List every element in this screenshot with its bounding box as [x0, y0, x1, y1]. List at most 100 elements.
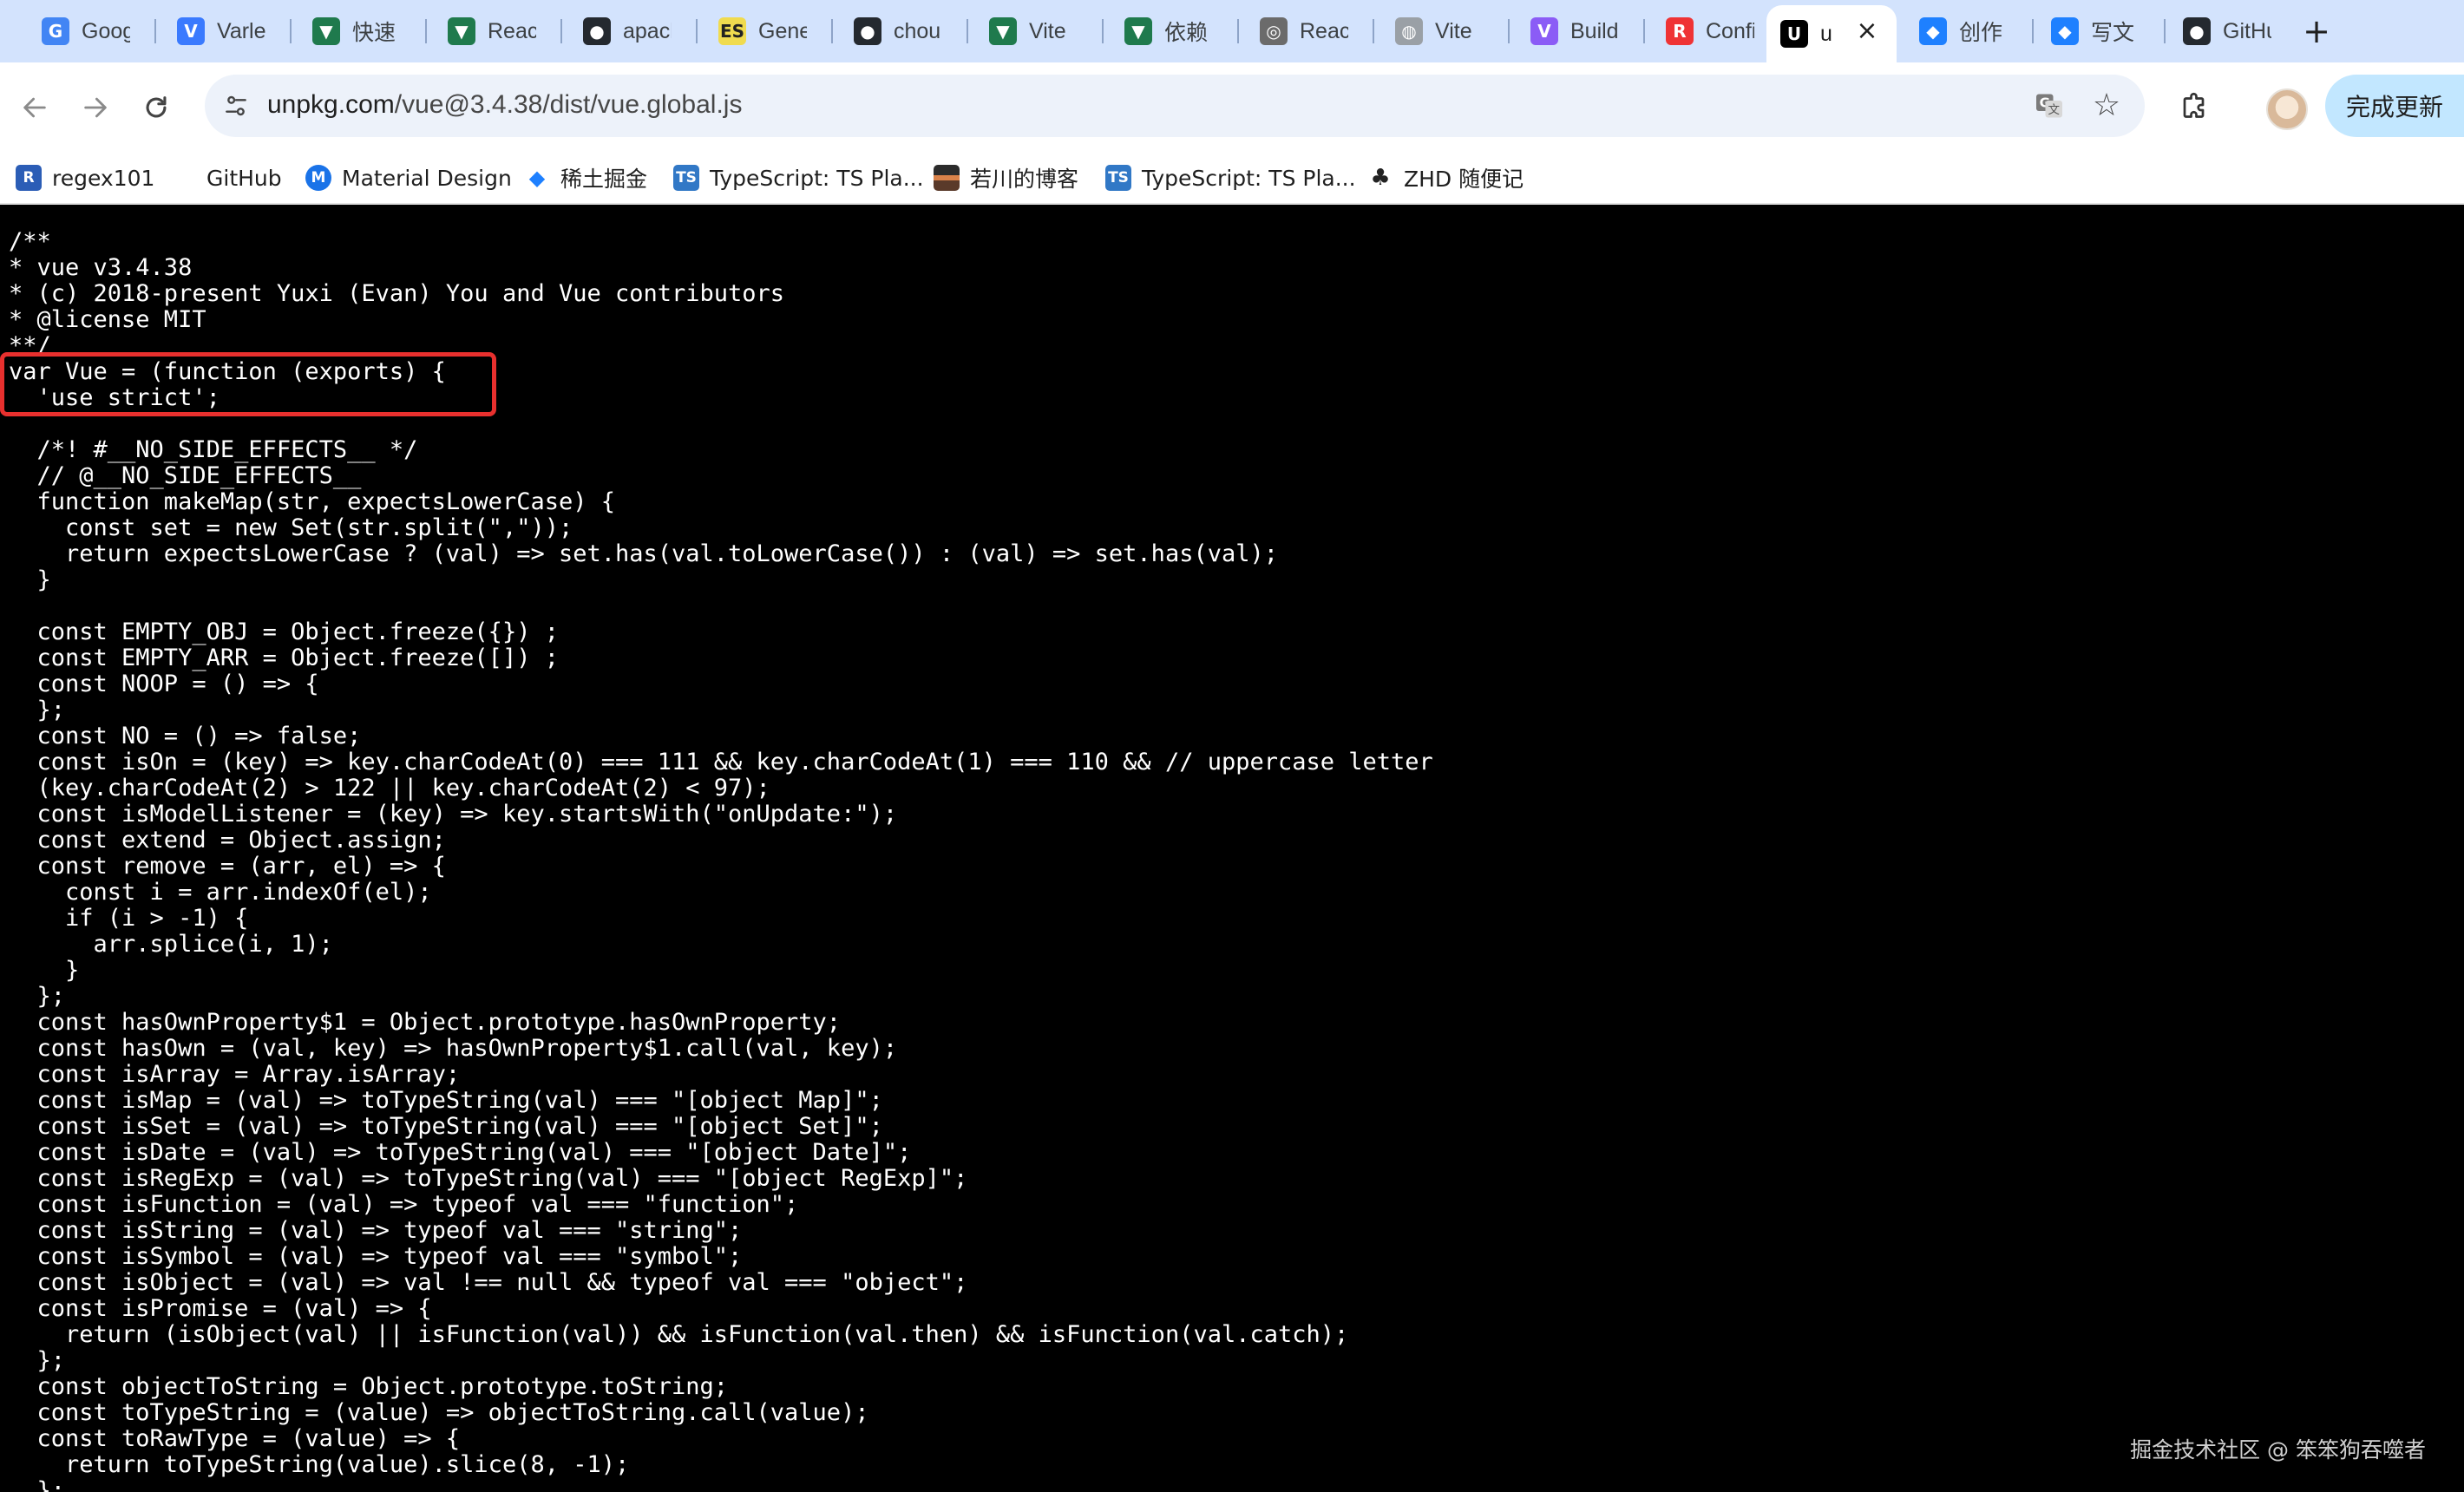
bookmark-item[interactable]: 若川的博客 [934, 160, 1078, 196]
tab-label: Reac [488, 18, 536, 43]
tab[interactable]: ◎ Reac [1246, 9, 1367, 54]
tab[interactable]: ◆ 创作 [1905, 9, 2027, 54]
tab-separator [967, 19, 968, 43]
tab[interactable]: ◍ Vite [1381, 9, 1503, 54]
typescript-icon: TS [1105, 165, 1131, 191]
extensions-icon[interactable] [2171, 83, 2219, 132]
tab-label: Build [1570, 18, 1619, 43]
bookmark-label: 稀土掘金 [560, 167, 648, 192]
tab-separator [1508, 19, 1510, 43]
tab[interactable]: ● apacl [569, 9, 691, 54]
tab-separator [1237, 19, 1239, 43]
bookmark-label: ZHD 随便记 [1404, 167, 1524, 192]
tab-separator [831, 19, 833, 43]
tab-separator [2164, 19, 2166, 43]
juejin-icon: ◆ [528, 166, 546, 190]
unpkg-icon: U [1780, 20, 1808, 48]
tab-label: 写文 [2091, 21, 2135, 45]
bookmark-label: Material Design [342, 165, 512, 191]
tab[interactable]: ◆ 写文 [2037, 9, 2159, 54]
tab-label: Vite [1029, 18, 1066, 43]
juejin-icon: ◆ [1919, 17, 1947, 45]
tab-separator [425, 19, 427, 43]
browser-toolbar: unpkg.com/vue@3.4.38/dist/vue.global.js … [0, 62, 2464, 151]
reload-icon [146, 96, 167, 118]
arrow-left-icon [23, 97, 46, 118]
vue-icon: ▼ [1124, 17, 1152, 45]
es-icon: ES [718, 17, 746, 45]
tab[interactable]: ▼ 依赖 [1111, 9, 1232, 54]
watermark: 掘金技术社区 @ 笨笨狗吞噬者 [2130, 1437, 2426, 1463]
tab-label: 依赖 [1164, 21, 1209, 45]
reload-button[interactable] [132, 83, 180, 132]
bookmarks-bar: Rregex101 GitHub M Material Design ◆ 稀土掘金 TS Ty… [0, 151, 2464, 205]
tab-label: 快速 [352, 21, 396, 45]
tab-separator [696, 19, 698, 43]
site-info-icon[interactable] [217, 87, 255, 125]
svg-text:文: 文 [2048, 103, 2061, 117]
update-button[interactable]: 完成更新 ⋮ [2325, 75, 2464, 137]
back-button[interactable] [10, 83, 59, 132]
github-icon [170, 165, 196, 191]
github-icon: ● [583, 17, 611, 45]
tab[interactable]: Uu × [1766, 5, 1897, 62]
close-tab-icon[interactable]: × [1850, 14, 1884, 49]
tab-separator [1373, 19, 1374, 43]
tab-label: Goog [82, 18, 130, 43]
bookmark-label: regex101 [52, 165, 155, 191]
bookmark-label: GitHub [206, 165, 282, 191]
material-design-icon: M [305, 165, 331, 191]
bookmark-item[interactable]: M Material Design [305, 160, 512, 196]
vue-icon: ▼ [989, 17, 1017, 45]
vue-icon: ▼ [448, 17, 475, 45]
tab[interactable]: V Build [1517, 9, 1638, 54]
bookmark-item[interactable]: Rregex101 [16, 160, 154, 196]
tab[interactable]: ▼ 快速 [298, 9, 420, 54]
blog-thumbnail-icon [934, 165, 960, 191]
tab[interactable]: ▼ Vite [975, 9, 1097, 54]
bookmark-label: TypeScript: TS Pla... [1142, 165, 1356, 191]
zhd-icon: ♣ [1370, 165, 1391, 191]
tab[interactable]: ▼ Reac [434, 9, 555, 54]
url-text[interactable]: unpkg.com/vue@3.4.38/dist/vue.global.js [267, 90, 742, 120]
bookmark-item[interactable]: ♣ ZHD 随便记 [1367, 160, 1524, 196]
tab[interactable]: ● chou [840, 9, 961, 54]
new-tab-button[interactable]: + [2296, 10, 2337, 52]
vue-icon: ▼ [312, 17, 340, 45]
page-content: /** * vue v3.4.38 * (c) 2018-present Yux… [0, 205, 2464, 1492]
bookmark-item[interactable]: ◆ 稀土掘金 [524, 160, 647, 196]
address-bar[interactable]: unpkg.com/vue@3.4.38/dist/vue.global.js … [205, 75, 2145, 137]
tab-label: Reac [1300, 18, 1348, 43]
bookmark-item[interactable]: TS TypeScript: TS Pla... [673, 160, 924, 196]
tab-separator [2032, 19, 2034, 43]
tab-label: apacl [623, 18, 672, 43]
tab[interactable]: V Varle [163, 9, 285, 54]
bookmark-star-icon[interactable]: ☆ [2086, 85, 2127, 127]
vite-icon: V [1530, 17, 1558, 45]
tab-label: GitHu [2223, 18, 2271, 43]
tab[interactable]: ES Gene [704, 9, 826, 54]
translate-icon[interactable]: G 文 [2030, 87, 2068, 125]
tab-label: Varle [217, 18, 265, 43]
tab[interactable]: ● GitHu [2169, 9, 2290, 54]
tab-strip: G Goog V Varle ▼ 快速 ▼ Reac ● apacl ES Gene ● chou ▼ Vit… [0, 0, 2464, 62]
juejin-icon: ◆ [2051, 17, 2079, 45]
profile-avatar[interactable] [2266, 88, 2308, 130]
bookmark-label: 若川的博客 [970, 167, 1079, 192]
tab-label: 创作 [1959, 21, 2003, 45]
tab-separator [1643, 19, 1645, 43]
bookmark-item[interactable]: GitHub [170, 160, 282, 196]
bookmark-item[interactable]: TS TypeScript: TS Pla... [1105, 160, 1356, 196]
tab[interactable]: R Confi [1652, 9, 1773, 54]
highlight-box [0, 352, 496, 416]
tab-label: Gene [758, 18, 807, 43]
tab-label: Vite [1435, 18, 1472, 43]
url-host: unpkg.com [267, 90, 395, 119]
tab-separator [154, 19, 156, 43]
rollup-icon: R [1666, 17, 1694, 45]
forward-button[interactable] [71, 83, 120, 132]
react-router-icon: ◎ [1260, 17, 1288, 45]
tab[interactable]: G Goog [28, 9, 149, 54]
typescript-icon: TS [673, 165, 699, 191]
globe-icon: ◍ [1395, 17, 1423, 45]
